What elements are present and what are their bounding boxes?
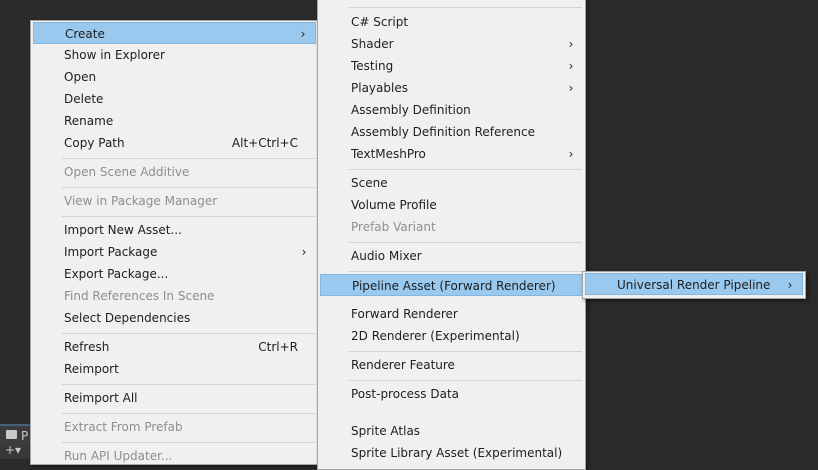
menu-item-rename[interactable]: Rename — [33, 110, 316, 132]
menu-item-volume-profile[interactable]: Volume Profile — [320, 194, 583, 216]
chevron-right-icon: › — [568, 81, 574, 95]
menu-separator — [349, 380, 582, 381]
shortcut-label: Ctrl+R — [258, 340, 298, 354]
menu-item-run-api-updater: Run API Updater... — [64, 449, 173, 463]
menu-item-pipeline-asset[interactable]: Pipeline Asset (Forward Renderer) — [320, 274, 583, 296]
menu-separator — [62, 384, 315, 385]
menu-item-open[interactable]: Open — [33, 66, 316, 88]
menu-item-copy-path[interactable]: Copy Path Alt+Ctrl+C — [33, 132, 316, 154]
chevron-right-icon: › — [568, 59, 574, 73]
menu-item-reimport[interactable]: Reimport — [33, 358, 316, 380]
project-toolbar: +▾ — [0, 443, 30, 459]
chevron-right-icon: › — [300, 27, 306, 41]
menu-item-reimport-all[interactable]: Reimport All — [33, 387, 316, 409]
pipeline-submenu: Universal Render Pipeline › — [582, 271, 806, 299]
menu-separator — [62, 158, 315, 159]
menu-item-find-references-in-scene: Find References In Scene — [64, 289, 215, 303]
menu-separator — [62, 333, 315, 334]
menu-separator — [62, 216, 315, 217]
menu-item-2d-renderer[interactable]: 2D Renderer (Experimental) — [320, 325, 583, 347]
menu-item-refresh[interactable]: Refresh Ctrl+R — [33, 336, 316, 358]
chevron-right-icon: › — [301, 245, 307, 259]
create-submenu: C# Script Shader › Testing › Playables ›… — [317, 0, 586, 470]
menu-item-sprite-atlas[interactable]: Sprite Atlas — [320, 420, 583, 442]
menu-item-open-scene-additive: Open Scene Additive — [64, 165, 190, 179]
folder-icon — [6, 430, 17, 439]
menu-item-csharp-script[interactable]: C# Script — [320, 11, 583, 33]
menu-item-view-in-package-manager: View in Package Manager — [64, 194, 218, 208]
menu-item-playables[interactable]: Playables › — [320, 77, 583, 99]
menu-item-scene[interactable]: Scene — [320, 172, 583, 194]
menu-item-import-package[interactable]: Import Package › — [33, 241, 316, 263]
menu-separator — [349, 271, 582, 272]
menu-item-export-package[interactable]: Export Package... — [33, 263, 316, 285]
menu-item-delete[interactable]: Delete — [33, 88, 316, 110]
menu-item-extract-from-prefab: Extract From Prefab — [64, 420, 183, 434]
menu-item-textmeshpro[interactable]: TextMeshPro › — [320, 143, 583, 165]
project-tab-label: P — [21, 429, 29, 443]
menu-item-assembly-definition[interactable]: Assembly Definition — [320, 99, 583, 121]
menu-item-shader[interactable]: Shader › — [320, 33, 583, 55]
menu-item-create[interactable]: Create › — [33, 22, 316, 44]
menu-separator — [62, 413, 315, 414]
shortcut-label: Alt+Ctrl+C — [231, 136, 298, 150]
menu-item-audio-mixer[interactable]: Audio Mixer — [320, 245, 583, 267]
menu-item-universal-render-pipeline[interactable]: Universal Render Pipeline › — [585, 273, 803, 295]
context-menu: Create › Show in Explorer Open Delete Re… — [30, 20, 319, 465]
menu-item-show-in-explorer[interactable]: Show in Explorer — [33, 44, 316, 66]
menu-separator — [349, 169, 582, 170]
chevron-right-icon: › — [568, 147, 574, 161]
menu-item-post-process-data[interactable]: Post-process Data — [320, 383, 583, 405]
menu-separator — [349, 7, 582, 8]
menu-item-assembly-definition-reference[interactable]: Assembly Definition Reference — [320, 121, 583, 143]
menu-separator — [62, 187, 315, 188]
menu-item-testing[interactable]: Testing › — [320, 55, 583, 77]
menu-item-import-new-asset[interactable]: Import New Asset... — [33, 219, 316, 241]
menu-item-renderer-feature[interactable]: Renderer Feature — [320, 354, 583, 376]
menu-separator — [349, 242, 582, 243]
menu-item-prefab-variant: Prefab Variant — [351, 220, 436, 234]
chevron-right-icon: › — [568, 37, 574, 51]
chevron-right-icon: › — [787, 278, 793, 292]
menu-separator — [62, 442, 315, 443]
menu-item-select-dependencies[interactable]: Select Dependencies — [33, 307, 316, 329]
menu-separator — [349, 351, 582, 352]
menu-item-forward-renderer[interactable]: Forward Renderer — [320, 303, 583, 325]
add-dropdown-icon[interactable]: +▾ — [5, 443, 21, 457]
menu-item-sprite-library-asset[interactable]: Sprite Library Asset (Experimental) — [320, 442, 583, 464]
